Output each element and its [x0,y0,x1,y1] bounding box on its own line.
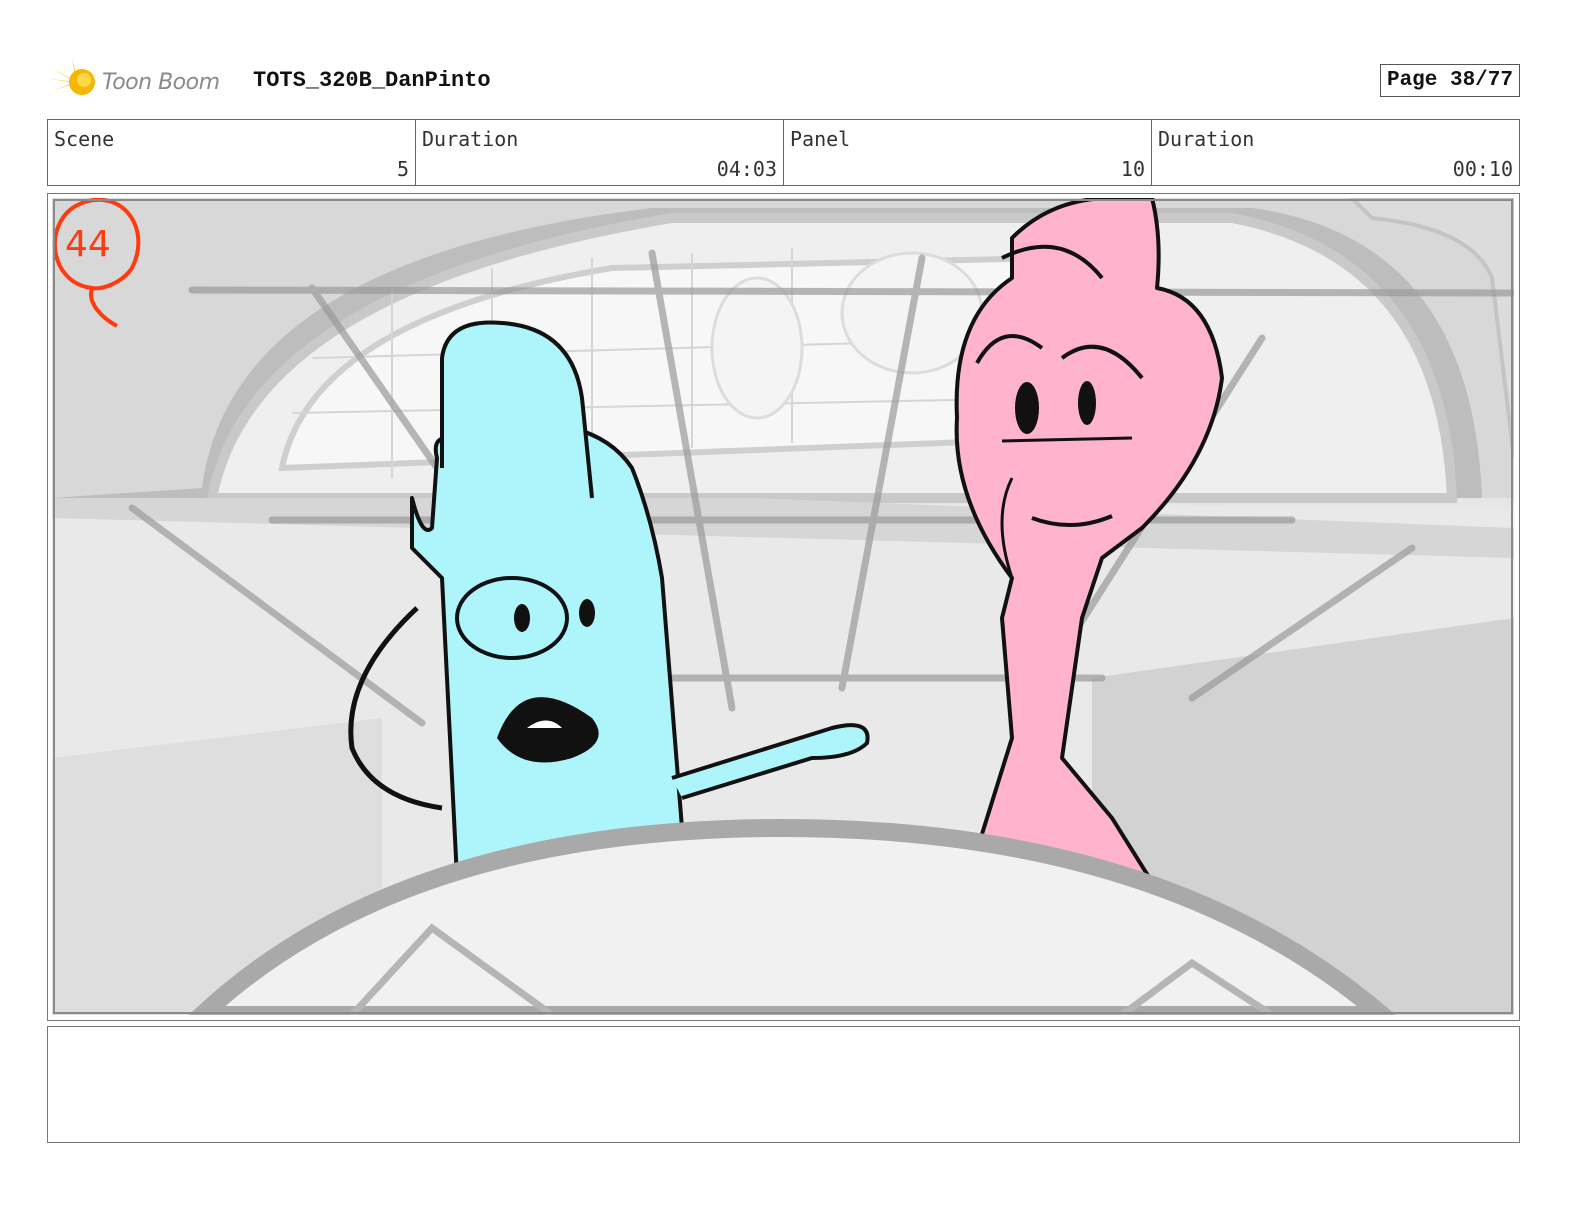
scene-duration-value: 04:03 [716,157,777,181]
storyboard-header: Toon Boom TOTS_320B_DanPinto Page 38/77 [48,56,1520,108]
project-title: TOTS_320B_DanPinto [253,68,491,93]
logo-text: Toon Boom [102,69,220,95]
scene-cell: Scene 5 [48,120,416,185]
scene-value: 5 [396,157,409,181]
panel-duration-label: Duration [1158,127,1255,151]
starburst-logo-icon [50,57,95,101]
panel-value: 10 [1120,157,1145,181]
panel-duration-cell: Duration 00:10 [1152,120,1519,185]
panel-duration-value: 00:10 [1452,157,1513,181]
panel-info-table: Scene 5 Duration 04:03 Panel 10 Duration… [47,119,1520,186]
shot-number: 44 [65,224,111,265]
panel-drawing: 44 [52,198,1514,1015]
page-indicator: Page 38/77 [1379,64,1520,97]
scene-duration-label: Duration [422,127,519,151]
panel-label: Panel [790,127,851,151]
panel-artwork: 44 [52,198,1514,1015]
scene-label: Scene [54,127,115,151]
panel-notes-box [47,1026,1520,1143]
panel-cell: Panel 10 [784,120,1152,185]
storyboard-panel: 44 [47,193,1520,1021]
toon-boom-logo: Toon Boom [50,56,250,108]
scene-duration-cell: Duration 04:03 [416,120,784,185]
